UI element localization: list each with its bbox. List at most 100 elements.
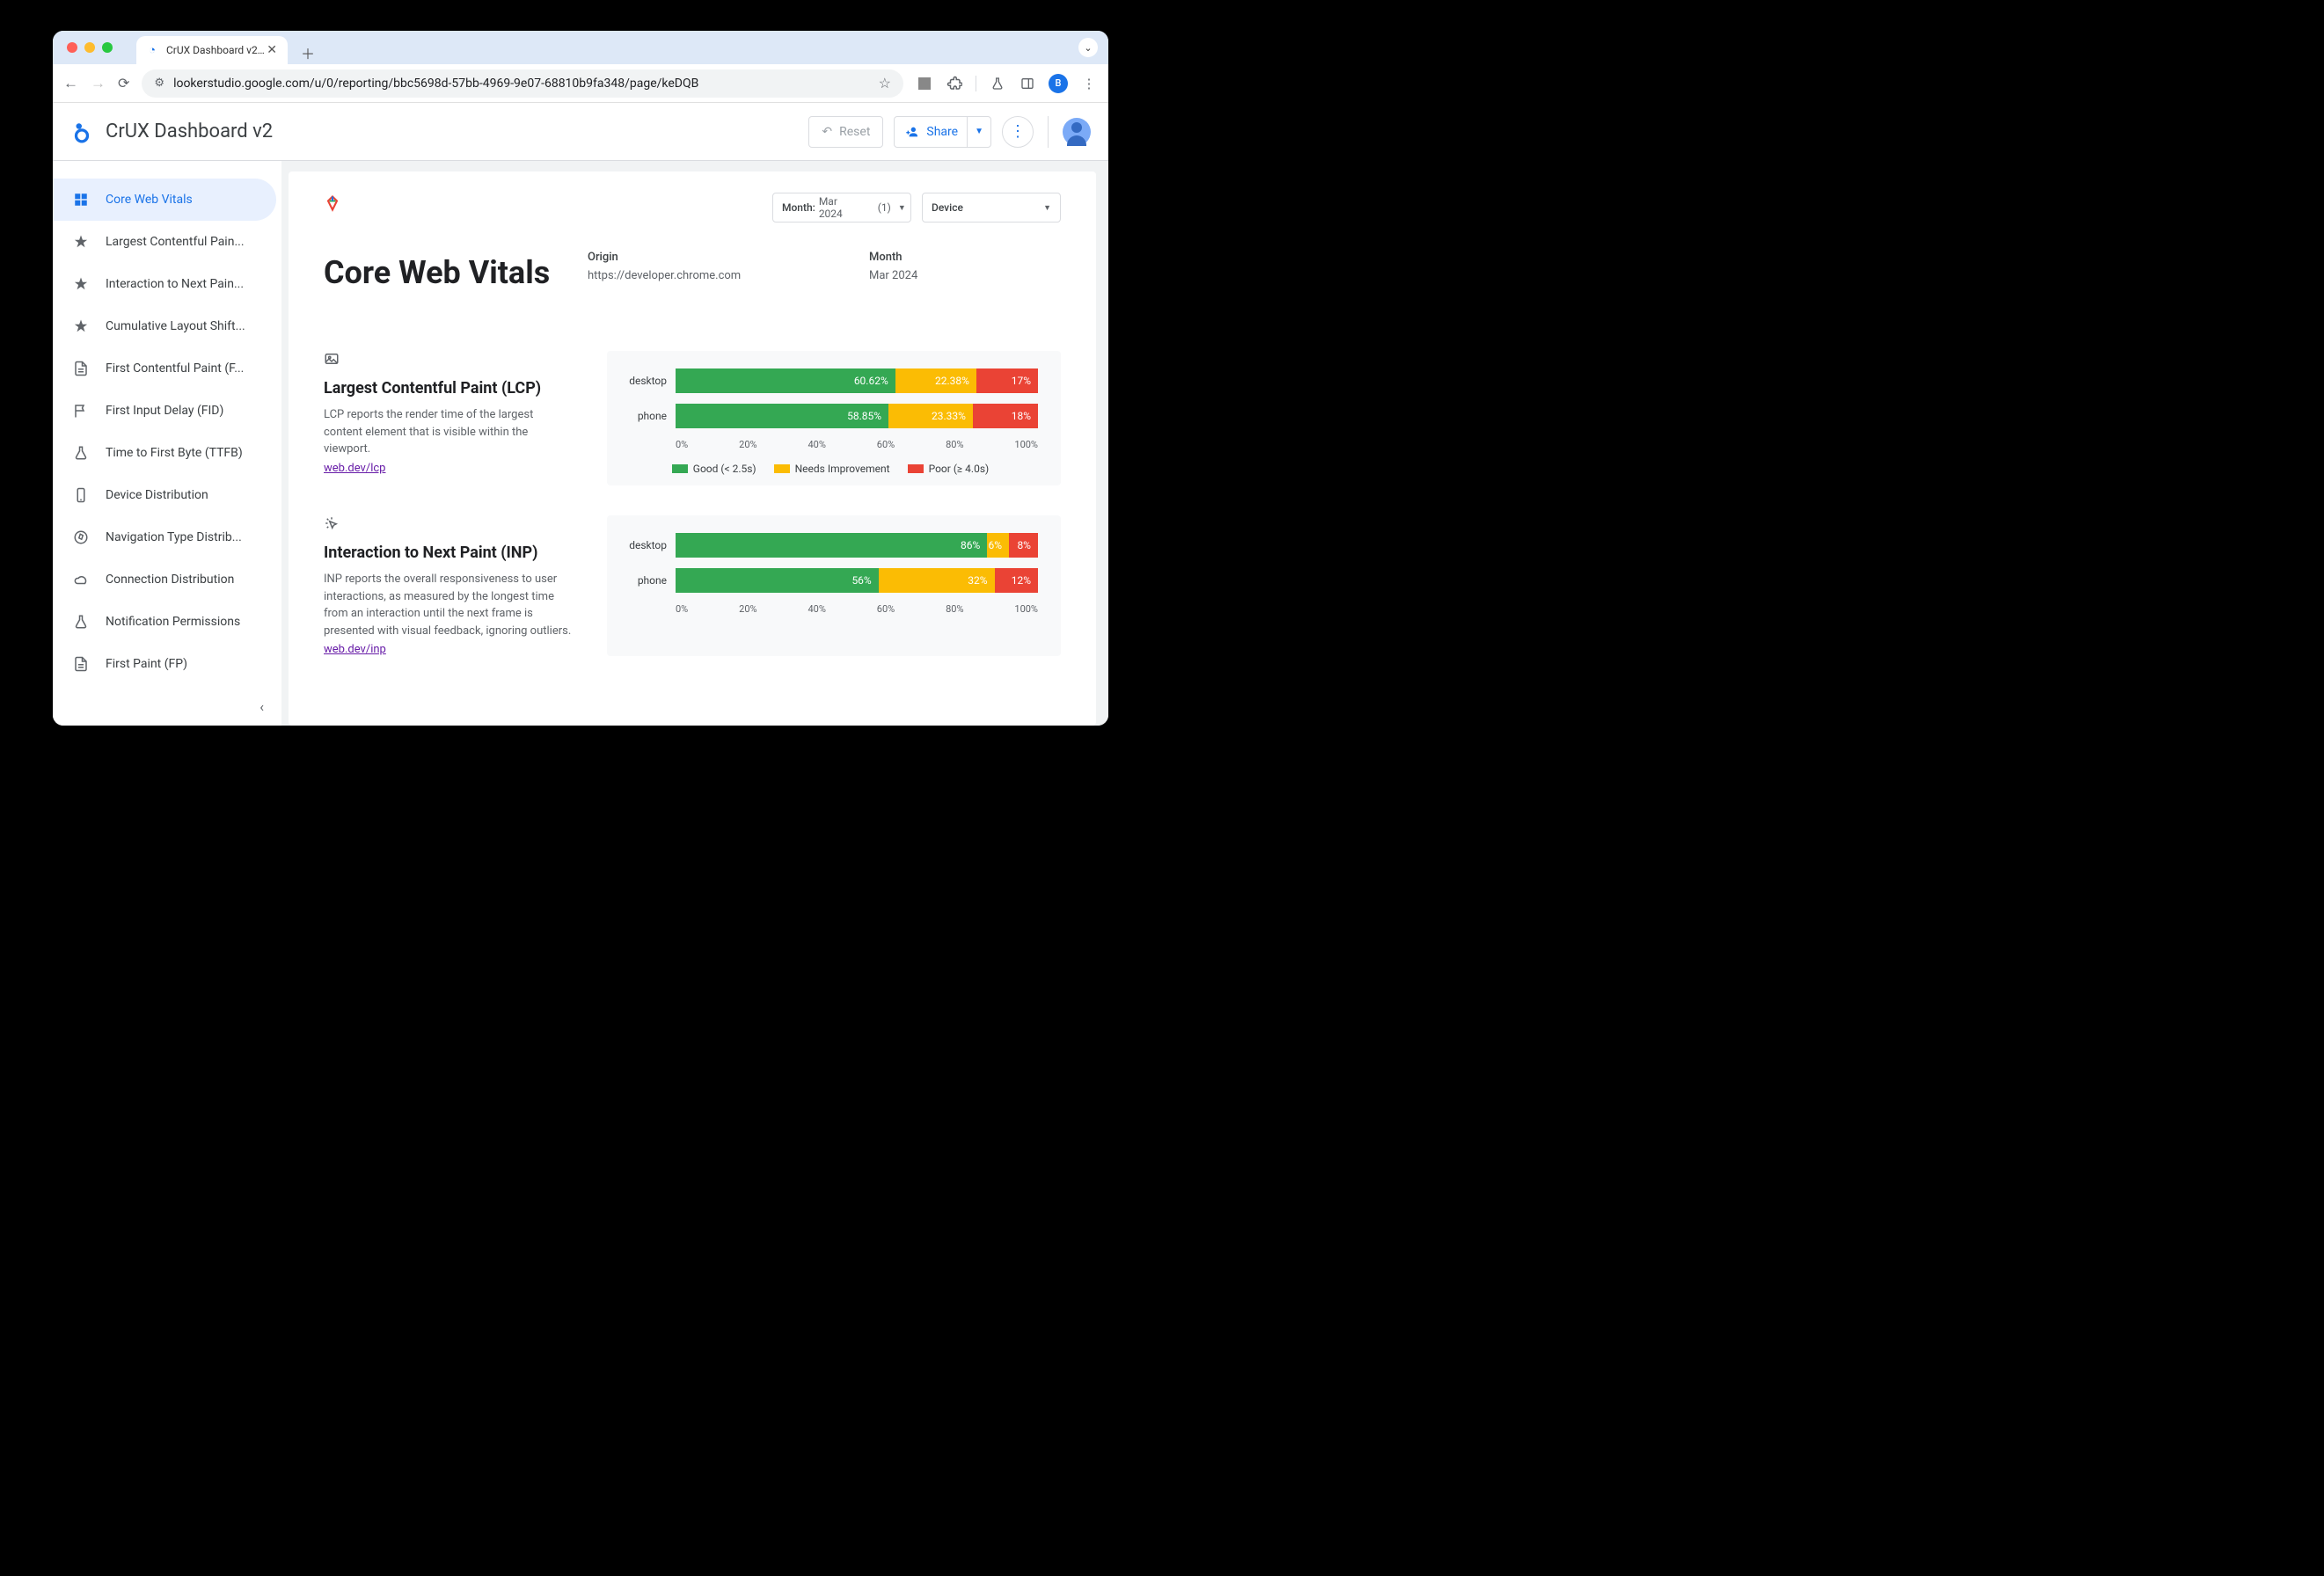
metric-block-0: Largest Contentful Paint (LCP)LCP report… xyxy=(324,351,1061,485)
app-title: CrUX Dashboard v2 xyxy=(106,120,808,142)
star-icon xyxy=(72,233,90,251)
content-area: Month: Mar 2024 (1) ▼ Device ▼ Core Web … xyxy=(281,161,1108,726)
extensions-puzzle-icon[interactable] xyxy=(946,75,963,92)
metric-doc-link[interactable]: web.dev/inp xyxy=(324,643,386,656)
browser-tab[interactable]: ◔ CrUX Dashboard v2 › Core W… ✕ xyxy=(136,36,288,64)
sidebar-item-8[interactable]: Navigation Type Distrib... xyxy=(53,516,276,558)
sidebar-item-label: Connection Distribution xyxy=(106,573,234,587)
sidebar-item-3[interactable]: Cumulative Layout Shift... xyxy=(53,305,276,347)
metric-block-1: Interaction to Next Paint (INP) INP repor… xyxy=(324,515,1061,656)
sidebar-collapse-button[interactable]: ‹ xyxy=(259,698,264,715)
sidebar-item-label: Device Distribution xyxy=(106,488,208,502)
reset-button[interactable]: ↶ Reset xyxy=(808,116,883,148)
chart-container: desktop60.62%22.38%17% phone58.85%23.33%1… xyxy=(607,351,1061,485)
chrome-menu-button[interactable]: ⋮ xyxy=(1080,75,1098,92)
web-dev-logo-icon xyxy=(324,194,341,212)
sidebar-item-4[interactable]: First Contentful Paint (F... xyxy=(53,347,276,390)
sidebar-item-1[interactable]: Largest Contentful Pain... xyxy=(53,221,276,263)
image-icon xyxy=(324,351,572,367)
chart-row: desktop86%6%8% xyxy=(623,533,1038,558)
stacked-bar: 56%32%12% xyxy=(676,568,1038,593)
metric-doc-link[interactable]: web.dev/lcp xyxy=(324,462,385,475)
window-minimize-button[interactable] xyxy=(84,42,95,53)
sidebar-item-label: Cumulative Layout Shift... xyxy=(106,319,245,333)
doc-icon xyxy=(72,360,90,377)
window-maximize-button[interactable] xyxy=(102,42,113,53)
sidebar-item-9[interactable]: Connection Distribution xyxy=(53,558,276,601)
address-bar: ← → ⟳ ⚙ lookerstudio.google.com/u/0/repo… xyxy=(53,64,1108,103)
star-icon xyxy=(72,275,90,293)
cloud-icon xyxy=(72,571,90,588)
extension-icon[interactable] xyxy=(916,75,933,92)
app-header: CrUX Dashboard v2 ↶ Reset Share ▼ ⋮ xyxy=(53,103,1108,161)
sidebar-item-label: First Contentful Paint (F... xyxy=(106,361,244,376)
metric-title: Largest Contentful Paint (LCP) xyxy=(324,379,572,398)
site-info-icon[interactable]: ⚙ xyxy=(154,77,164,90)
device-filter[interactable]: Device ▼ xyxy=(922,193,1061,223)
more-options-button[interactable]: ⋮ xyxy=(1002,116,1034,148)
profile-avatar[interactable]: B xyxy=(1049,74,1068,93)
back-button[interactable]: ← xyxy=(63,75,78,92)
dashboard-icon xyxy=(72,191,90,208)
reload-button[interactable]: ⟳ xyxy=(118,75,129,91)
sidebar-item-2[interactable]: Interaction to Next Pain... xyxy=(53,263,276,305)
tab-favicon: ◔ xyxy=(145,43,159,57)
chevron-down-icon: ▼ xyxy=(898,203,906,213)
month-filter[interactable]: Month: Mar 2024 (1) ▼ xyxy=(772,193,911,223)
window-close-button[interactable] xyxy=(67,42,77,53)
share-button[interactable]: Share ▼ xyxy=(894,116,991,148)
chart-container: desktop86%6%8% phone56%32%12% 0%20%40%60%8… xyxy=(607,515,1061,656)
url-input[interactable]: ⚙ lookerstudio.google.com/u/0/reporting/… xyxy=(142,69,903,98)
stacked-bar: 58.85%23.33%18% xyxy=(676,404,1038,428)
tab-close-button[interactable]: ✕ xyxy=(265,43,279,57)
new-tab-button[interactable]: ＋ xyxy=(301,42,315,63)
browser-window: ◔ CrUX Dashboard v2 › Core W… ✕ ＋ ⌄ ← → … xyxy=(53,31,1108,726)
share-dropdown-button[interactable]: ▼ xyxy=(967,117,990,147)
header-separator xyxy=(1048,116,1049,148)
metric-description: INP reports the overall responsiveness t… xyxy=(324,571,572,639)
stacked-bar: 86%6%8% xyxy=(676,533,1038,558)
sidebar-item-6[interactable]: Time to First Byte (TTFB) xyxy=(53,432,276,474)
looker-studio-logo-icon xyxy=(70,120,93,143)
labs-flask-icon[interactable] xyxy=(989,75,1006,92)
tabs-overflow-button[interactable]: ⌄ xyxy=(1078,38,1098,57)
flask-icon xyxy=(72,613,90,631)
chart-row: desktop60.62%22.38%17% xyxy=(623,368,1038,393)
chart-row: phone56%32%12% xyxy=(623,568,1038,593)
flag-icon xyxy=(72,402,90,420)
person-add-icon xyxy=(905,125,919,139)
compass-icon xyxy=(72,529,90,546)
phone-icon xyxy=(72,486,90,504)
flask-icon xyxy=(72,444,90,462)
window-titlebar: ◔ CrUX Dashboard v2 › Core W… ✕ ＋ ⌄ xyxy=(53,31,1108,64)
sidebar-item-label: Largest Contentful Pain... xyxy=(106,235,245,249)
sidebar-item-5[interactable]: First Input Delay (FID) xyxy=(53,390,276,432)
sidebar-item-label: Core Web Vitals xyxy=(106,193,193,207)
sidebar-item-label: Time to First Byte (TTFB) xyxy=(106,446,243,460)
sidebar: Core Web Vitals Largest Contentful Pain..… xyxy=(53,161,281,726)
sidebar-item-label: First Paint (FP) xyxy=(106,657,187,671)
tab-title: CrUX Dashboard v2 › Core W… xyxy=(166,44,265,56)
month-block: Month Mar 2024 xyxy=(869,251,917,282)
user-avatar[interactable] xyxy=(1063,118,1091,146)
origin-block: Origin https://developer.chrome.com xyxy=(588,251,741,282)
chart-row: phone58.85%23.33%18% xyxy=(623,404,1038,428)
metric-title: Interaction to Next Paint (INP) xyxy=(324,544,572,562)
sidebar-item-label: Notification Permissions xyxy=(106,615,240,629)
sidebar-item-0[interactable]: Core Web Vitals xyxy=(53,179,276,221)
sidebar-item-11[interactable]: First Paint (FP) xyxy=(53,643,276,685)
report-canvas: Month: Mar 2024 (1) ▼ Device ▼ Core Web … xyxy=(289,171,1096,726)
chevron-down-icon: ▼ xyxy=(1043,203,1051,213)
bookmark-star-icon[interactable]: ☆ xyxy=(879,75,891,91)
sidebar-item-label: Interaction to Next Pain... xyxy=(106,277,244,291)
undo-icon: ↶ xyxy=(822,125,832,139)
click-icon xyxy=(324,515,572,531)
forward-button[interactable]: → xyxy=(91,75,106,92)
sidebar-item-label: First Input Delay (FID) xyxy=(106,404,223,418)
x-axis: 0%20%40%60%80%100% xyxy=(676,439,1038,450)
x-axis: 0%20%40%60%80%100% xyxy=(676,603,1038,615)
panel-icon[interactable] xyxy=(1019,75,1036,92)
sidebar-item-10[interactable]: Notification Permissions xyxy=(53,601,276,643)
sidebar-item-7[interactable]: Device Distribution xyxy=(53,474,276,516)
star-icon xyxy=(72,317,90,335)
